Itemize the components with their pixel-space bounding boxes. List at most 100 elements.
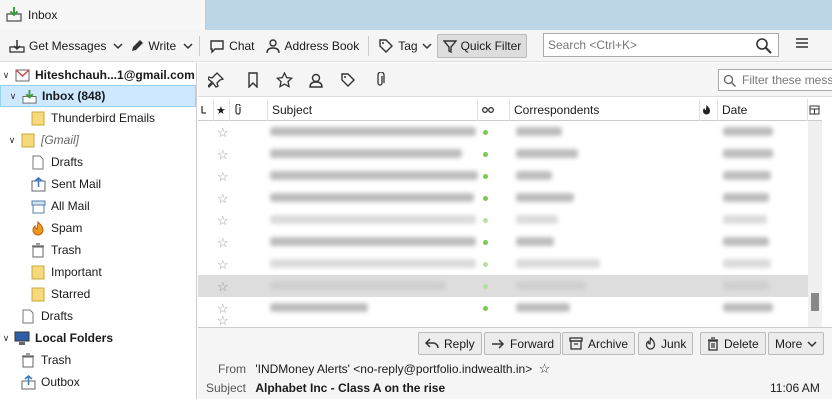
message-row[interactable]: ☆ xyxy=(198,143,808,165)
subject-column-header[interactable]: Subject xyxy=(268,99,478,121)
contact-filter-icon[interactable] xyxy=(308,72,324,91)
junk-column-header[interactable] xyxy=(700,99,718,121)
account-icon xyxy=(14,67,30,83)
write-button[interactable]: Write xyxy=(125,34,181,58)
message-row[interactable]: ☆ xyxy=(198,187,808,209)
message-row[interactable]: ☆ xyxy=(198,297,808,319)
redacted-subject xyxy=(270,127,476,136)
reply-button[interactable]: Reply xyxy=(418,332,482,355)
filter-messages-input[interactable]: Filter these messages <Ctrl+Shift+K> xyxy=(718,69,832,91)
get-messages-dropdown[interactable] xyxy=(111,34,125,58)
from-value[interactable]: 'INDMoney Alerts' <no-reply@portfolio.in… xyxy=(255,362,532,376)
more-button[interactable]: More xyxy=(768,332,825,355)
star-icon[interactable]: ☆ xyxy=(539,361,551,376)
outbox-label: Outbox xyxy=(41,375,80,389)
delete-button[interactable]: Delete xyxy=(700,332,766,355)
star-icon[interactable]: ☆ xyxy=(217,191,229,207)
tag-filter-icon[interactable] xyxy=(340,72,356,91)
folder-drafts-2[interactable]: Drafts xyxy=(0,305,196,327)
star-icon[interactable]: ☆ xyxy=(217,235,229,251)
star-icon[interactable]: ☆ xyxy=(217,257,229,273)
message-row[interactable]: ☆ xyxy=(198,231,808,253)
correspondents-column-header[interactable]: Correspondents xyxy=(510,99,700,121)
collapse-icon[interactable]: ∨ xyxy=(7,91,19,102)
more-label: More xyxy=(775,336,803,351)
folder-icon xyxy=(20,132,36,148)
collapse-icon[interactable]: ∨ xyxy=(0,70,12,81)
thread-column-header[interactable] xyxy=(198,99,214,121)
folder-sent-mail[interactable]: Sent Mail xyxy=(0,173,196,195)
chevron-down-icon xyxy=(183,42,193,49)
unread-filter-icon[interactable] xyxy=(246,72,260,91)
message-row[interactable]: ☆ xyxy=(198,209,808,231)
trash-icon xyxy=(20,352,36,368)
forward-arrow-icon xyxy=(492,338,505,349)
redacted-subject xyxy=(270,259,476,268)
folder-thunderbird-emails[interactable]: Thunderbird Emails xyxy=(0,107,196,129)
filter-icon xyxy=(442,39,457,53)
tab-inbox[interactable]: Inbox xyxy=(0,0,206,30)
tag-button[interactable]: Tag xyxy=(373,34,436,58)
forward-button[interactable]: Forward xyxy=(484,332,562,355)
inbox-icon xyxy=(6,6,22,25)
folder-drafts[interactable]: Drafts xyxy=(0,151,196,173)
star-icon[interactable]: ☆ xyxy=(217,147,229,163)
folder-local-folders[interactable]: ∨ Local Folders xyxy=(0,327,196,349)
folder-account[interactable]: ∨ Hiteshchauh...1@gmail.com xyxy=(0,64,196,86)
scrollbar-thumb[interactable] xyxy=(811,293,819,311)
app-menu-button[interactable] xyxy=(795,36,809,53)
global-search-input[interactable]: Search <Ctrl+K> xyxy=(543,33,779,57)
star-column-header[interactable]: ★ xyxy=(214,99,230,121)
folder-starred[interactable]: Starred xyxy=(0,283,196,305)
message-row[interactable]: ☆ xyxy=(198,253,808,275)
attachment-filter-icon[interactable] xyxy=(374,71,386,91)
tab-title: Inbox xyxy=(28,8,58,22)
star-icon[interactable]: ☆ xyxy=(217,279,229,295)
star-icon[interactable]: ☆ xyxy=(217,313,229,327)
star-icon[interactable]: ☆ xyxy=(217,213,229,229)
message-list-header: ★ Subject Correspondents Date xyxy=(198,99,822,121)
flame-icon xyxy=(30,220,46,236)
message-list-scrollbar[interactable] xyxy=(808,121,822,327)
folder-inbox[interactable]: ∨ Inbox (848) xyxy=(0,85,196,107)
collapse-icon[interactable]: ∨ xyxy=(0,333,12,344)
message-row[interactable]: ☆ xyxy=(198,165,808,187)
message-row-selected[interactable]: ☆ xyxy=(198,275,808,297)
redacted-subject xyxy=(270,215,476,224)
chat-button[interactable]: Chat xyxy=(204,34,259,58)
local-folders-label: Local Folders xyxy=(35,331,114,345)
junk-button[interactable]: Junk xyxy=(638,332,694,355)
folder-spam[interactable]: Spam xyxy=(0,217,196,239)
sticky-filter-icon[interactable] xyxy=(207,72,225,91)
address-book-button[interactable]: Address Book xyxy=(260,34,365,58)
star-icon[interactable]: ☆ xyxy=(217,169,229,185)
collapse-icon[interactable]: ∨ xyxy=(6,135,18,146)
star-icon[interactable]: ☆ xyxy=(217,125,229,141)
folder-pane: ∨ Hiteshchauh...1@gmail.com ∨ Inbox (848… xyxy=(0,63,197,399)
date-column-header[interactable]: Date xyxy=(718,99,808,121)
redacted-subject xyxy=(270,149,462,158)
folder-local-trash[interactable]: Trash xyxy=(0,349,196,371)
folder-gmail[interactable]: ∨ [Gmail] xyxy=(0,129,196,151)
folder-trash[interactable]: Trash xyxy=(0,239,196,261)
folder-important[interactable]: Important xyxy=(0,261,196,283)
write-dropdown[interactable] xyxy=(181,34,195,58)
message-row[interactable]: ☆ xyxy=(198,121,808,143)
chevron-down-icon xyxy=(422,42,432,49)
folder-all-mail[interactable]: All Mail xyxy=(0,195,196,217)
redacted-date xyxy=(723,281,769,290)
column-picker[interactable] xyxy=(808,99,822,121)
message-row[interactable]: ☆ xyxy=(198,313,808,327)
star-filter-icon[interactable] xyxy=(275,71,294,91)
attachment-column-header[interactable] xyxy=(230,99,268,121)
archive-button[interactable]: Archive xyxy=(562,332,636,355)
drafts-icon xyxy=(20,308,36,324)
chat-icon xyxy=(210,39,224,54)
redacted-date xyxy=(723,171,771,180)
quick-filter-button[interactable]: Quick Filter xyxy=(436,33,528,58)
get-messages-button[interactable]: Get Messages xyxy=(4,34,111,58)
outbox-icon xyxy=(20,374,36,390)
subject-header-label: Subject xyxy=(272,103,313,117)
folder-outbox[interactable]: Outbox xyxy=(0,371,196,393)
read-column-header[interactable] xyxy=(478,99,510,121)
